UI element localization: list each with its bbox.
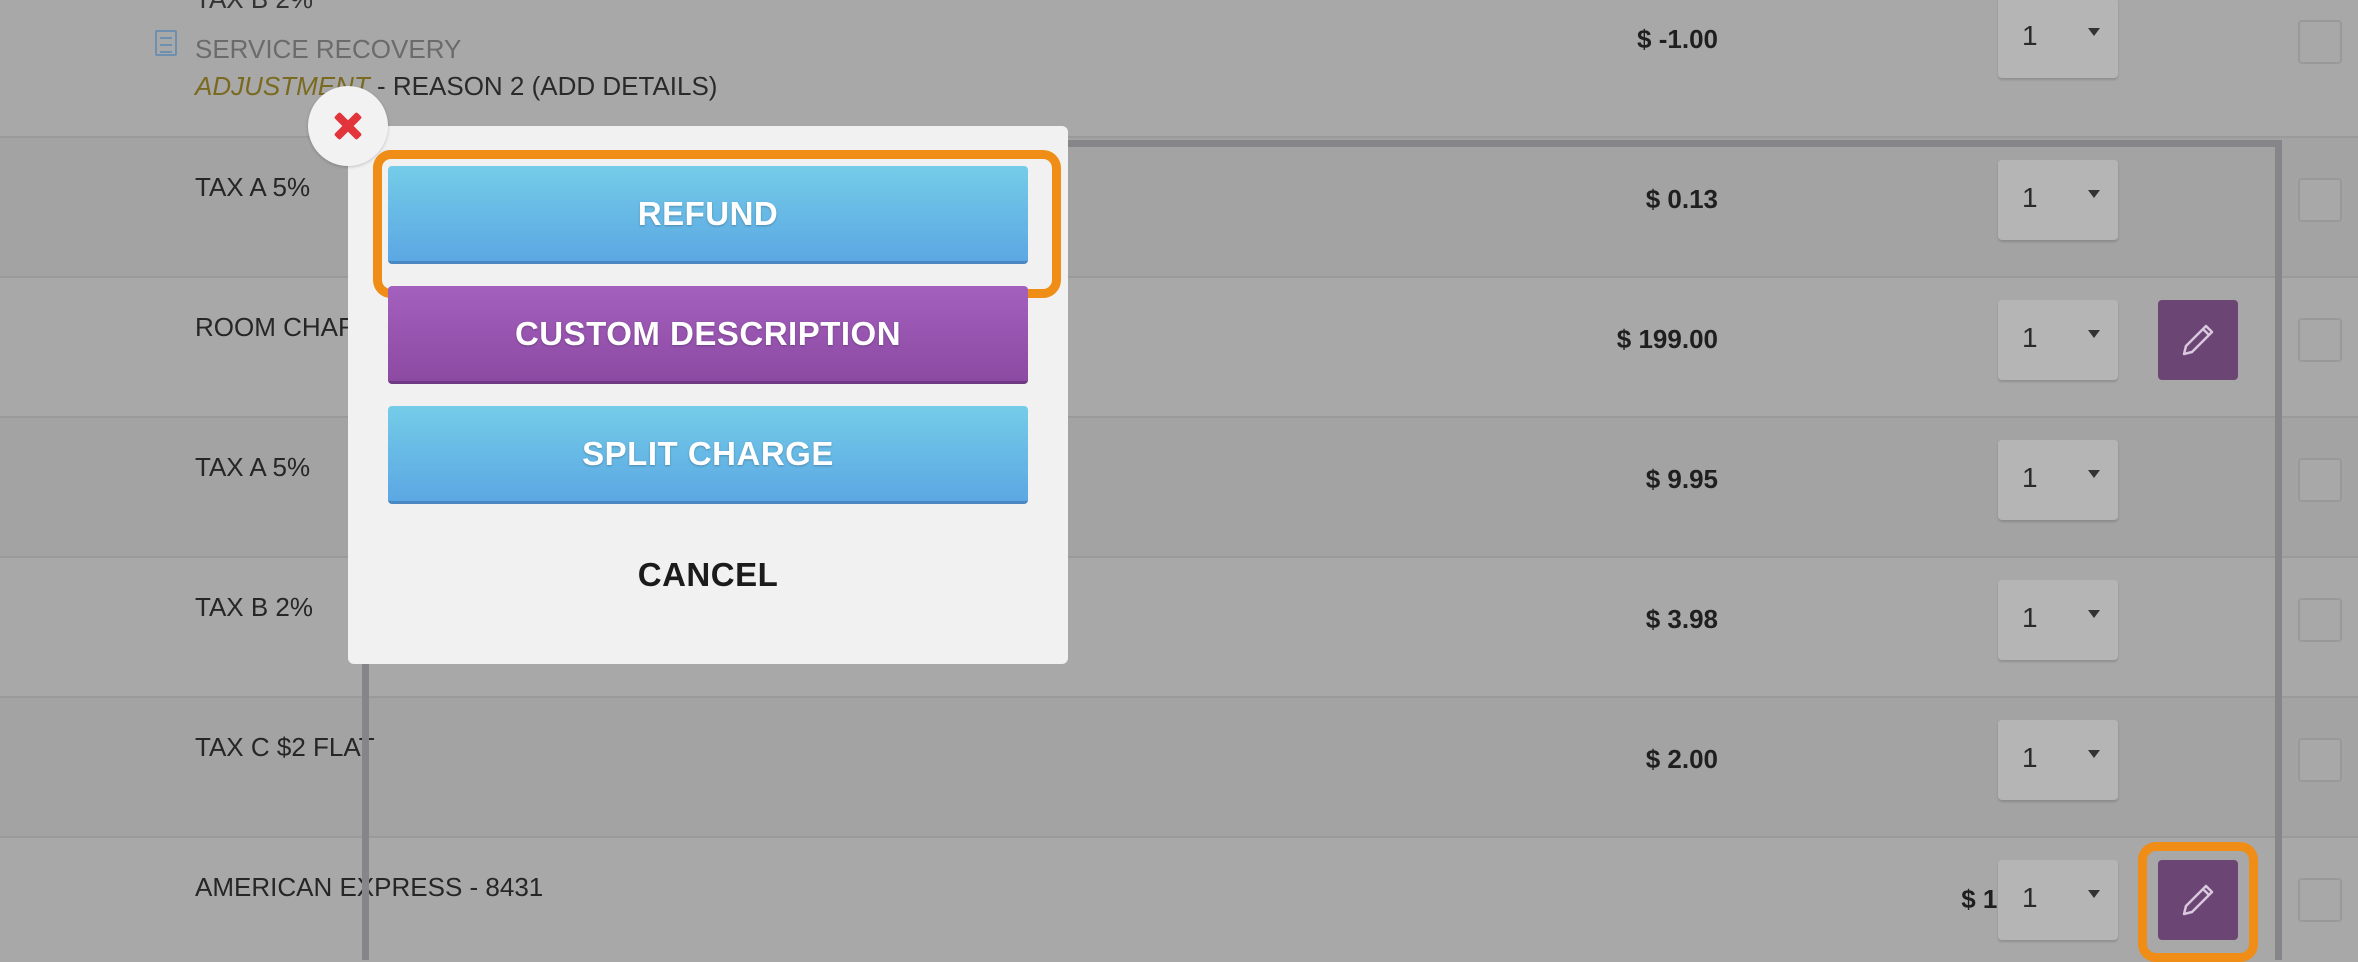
row-checkbox[interactable] [2298,178,2342,222]
split-charge-button[interactable]: SPLIT CHARGE [388,406,1028,504]
document-icon [155,30,177,56]
row-title: TAX C $2 FLAT [195,732,375,762]
row-checkbox[interactable] [2298,598,2342,642]
row-checkbox[interactable] [2298,878,2342,922]
row-checkbox[interactable] [2298,20,2342,64]
row-amount: $ -1.00 [1637,24,1718,54]
note-line-1: SERVICE RECOVERY [195,34,462,64]
cancel-button[interactable]: CANCEL [388,526,1028,624]
note-line-2: ADJUSTMENT - REASON 2 (ADD DETAILS) [195,71,717,102]
row-title: TAX A 5% [195,452,311,482]
item-note: SERVICE RECOVERY ADJUSTMENT - REASON 2 (… [195,34,717,102]
row-checkbox[interactable] [2298,738,2342,782]
close-icon [330,108,366,144]
close-modal-button[interactable] [308,86,388,166]
charge-actions-modal: REFUND CUSTOM DESCRIPTION SPLIT CHARGE C… [348,126,1068,664]
row-title: TAX B 2% [195,592,314,622]
caret-down-icon [2088,28,2100,36]
quantity-select[interactable]: 1 [1998,0,2118,78]
refund-button-highlight [373,150,1061,298]
row-title: TAX B 2% [195,0,313,15]
note-reason: - REASON 2 (ADD DETAILS) [369,71,718,101]
custom-description-button[interactable]: CUSTOM DESCRIPTION [388,286,1028,384]
quantity-value: 1 [2022,20,2038,51]
row-checkbox[interactable] [2298,458,2342,502]
row-title: TAX A 5% [195,172,311,202]
row-checkbox[interactable] [2298,318,2342,362]
